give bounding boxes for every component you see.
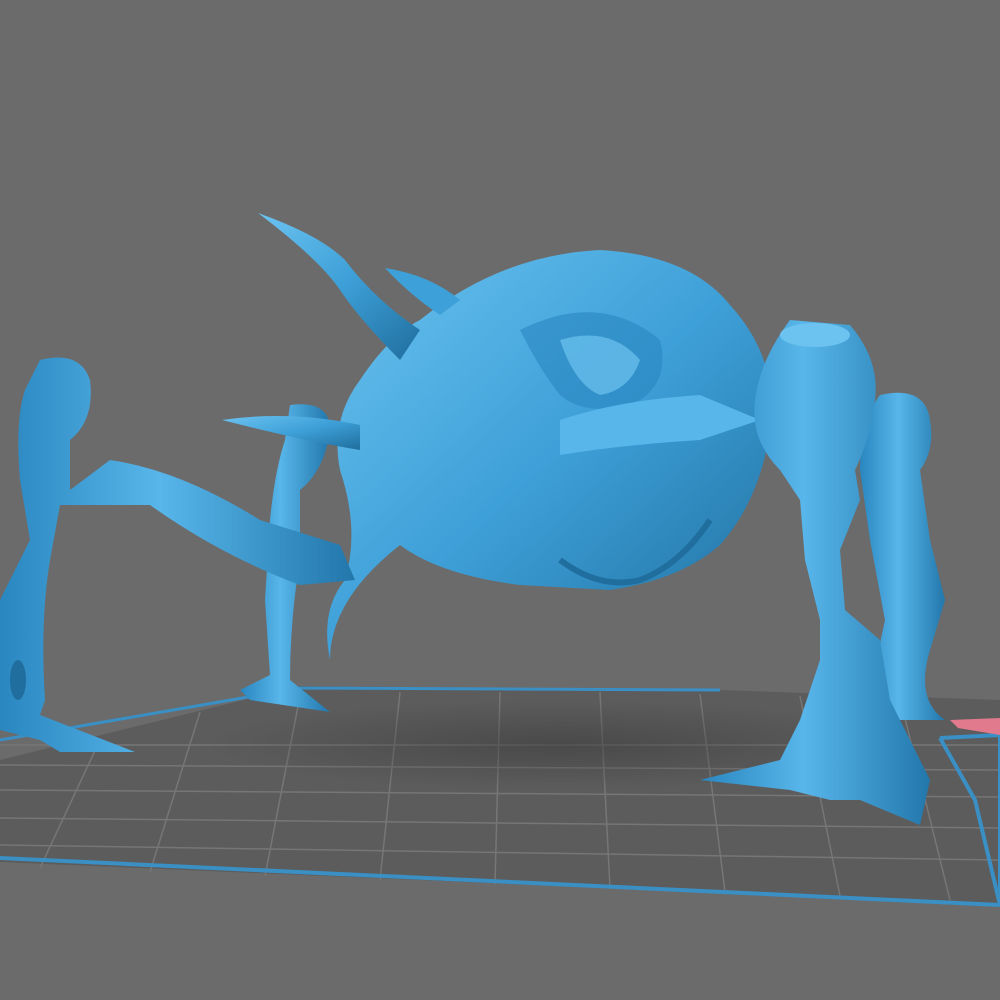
3d-viewport[interactable] [0,0,1000,1000]
